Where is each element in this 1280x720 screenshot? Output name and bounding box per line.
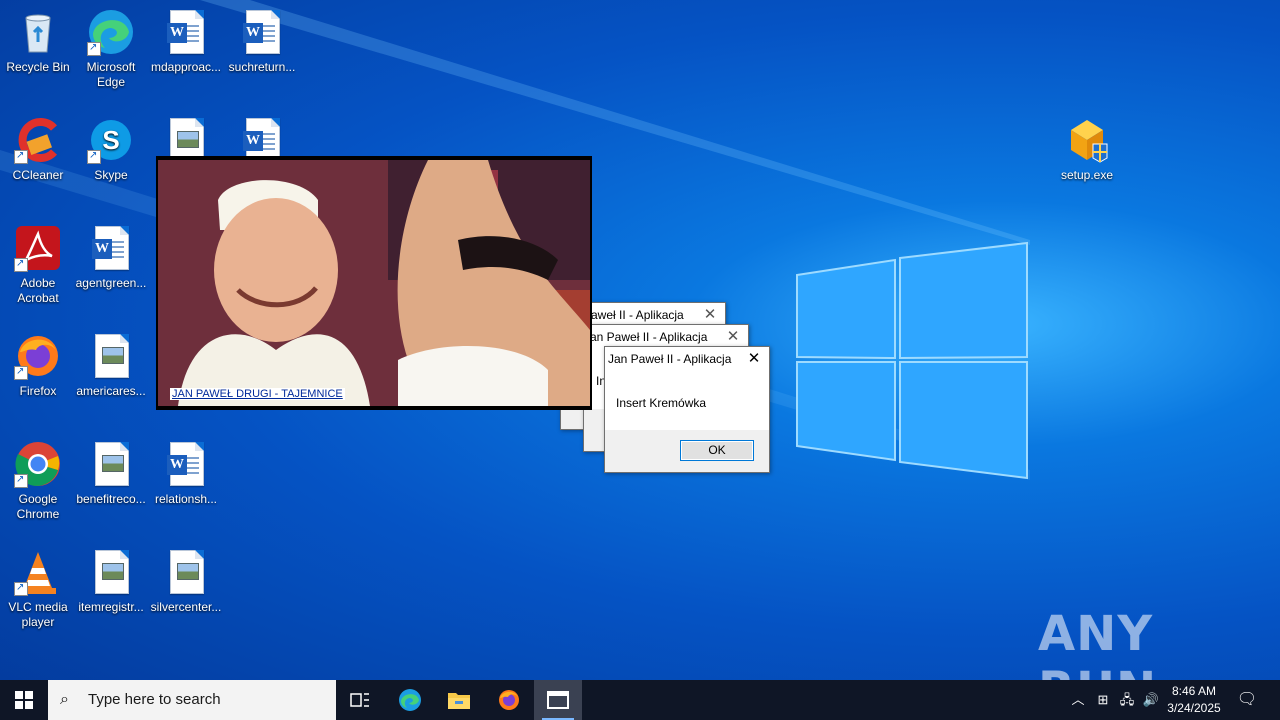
desktop-icon-ccleaner[interactable]: CCleaner [0,116,76,183]
firefox-icon [499,689,519,710]
svg-text:S: S [102,125,119,155]
desktop-icon-adobe-acrobat[interactable]: Adobe Acrobat [0,224,76,306]
network-icon[interactable]: 🖧 [1116,680,1138,720]
icon-label: setup.exe [1060,168,1114,182]
desktop-icon-edge[interactable]: Microsoft Edge [73,8,149,90]
icon-label: Skype [94,168,128,182]
shortcut-arrow-icon [14,472,28,488]
word-document-icon: W [87,224,135,272]
app-window-icon [547,690,569,709]
start-button[interactable] [0,680,48,720]
icon-label: CCleaner [12,168,64,182]
icon-label: itemregistr... [78,600,144,614]
windows-start-icon [15,690,33,709]
dialog-footer: OK [605,430,769,472]
dialog-titlebar[interactable]: Jan Paweł II - Aplikacja ✕ [605,347,769,371]
folder-icon [448,692,470,709]
desktop-icon-benefitreco[interactable]: benefitreco... [73,440,149,507]
taskbar-file-explorer[interactable] [435,680,483,720]
desktop-icon-agentgreen[interactable]: W agentgreen... [73,224,149,291]
word-document-icon: W [162,440,210,488]
taskbar-app-window[interactable] [534,680,582,720]
icon-label: VLC media player [8,600,68,629]
ok-button[interactable]: OK [680,440,754,461]
task-view-icon [350,693,369,707]
close-icon[interactable]: ✕ [739,347,769,371]
clock-time: 8:46 AM [1171,684,1217,698]
system-clock[interactable]: 8:46 AM 3/24/2025 [1162,683,1226,717]
shortcut-arrow-icon [14,256,28,272]
recycle-bin-icon [14,8,62,56]
image-file-icon [162,548,210,596]
vlc-icon [14,548,62,596]
search-placeholder: Type here to search [88,691,221,708]
desktop-icon-relationsh[interactable]: W relationsh... [148,440,224,507]
taskbar-edge[interactable] [386,680,434,720]
image-file-icon [87,332,135,380]
icon-label: agentgreen... [75,276,147,290]
desktop-icon-silvercenter[interactable]: silvercenter... [148,548,224,615]
icon-label: relationsh... [154,492,218,506]
icon-label: americares... [76,384,146,398]
icon-label: Recycle Bin [6,60,70,74]
image-file-icon [87,440,135,488]
skype-icon: S [87,116,135,164]
chrome-icon [14,440,62,488]
dialog-message: Insert Kremówka [616,396,707,410]
desktop-icon-americares[interactable]: americares... [73,332,149,399]
taskbar-search-box[interactable]: ⌕ Type here to search [48,680,336,720]
desktop-icon-setup-exe[interactable]: setup.exe [1049,116,1125,183]
icon-label: Firefox [19,384,57,398]
desktop-icon-itemregistr[interactable]: itemregistr... [73,548,149,615]
task-view-button[interactable] [336,680,384,720]
icon-label: silvercenter... [150,600,222,614]
desktop-icon-chrome[interactable]: Google Chrome [0,440,76,522]
icon-label: benefitreco... [76,492,146,506]
shortcut-arrow-icon [14,148,28,164]
shortcut-arrow-icon [87,148,101,164]
edge-icon [87,8,135,56]
desktop-icon-skype[interactable]: S Skype [73,116,149,183]
desktop-icon-mdapproac[interactable]: W mdapproac... [148,8,224,75]
word-document-icon: W [238,8,286,56]
ccleaner-icon [14,116,62,164]
edge-icon [399,688,421,711]
shortcut-arrow-icon [14,580,28,596]
desktop-icon-recycle-bin[interactable]: Recycle Bin [0,8,76,75]
desktop-icon-vlc[interactable]: VLC media player [0,548,76,630]
icon-label: mdapproac... [150,60,222,74]
icon-label: suchreturn... [228,60,296,74]
shortcut-arrow-icon [14,364,28,380]
taskbar-firefox[interactable] [485,680,533,720]
image-viewer-window[interactable]: JAN PAWEŁ DRUGI - TAJEMNICE [156,156,592,410]
icon-label: Adobe Acrobat [17,276,59,305]
viewer-caption-link[interactable]: JAN PAWEŁ DRUGI - TAJEMNICE [170,388,345,400]
acrobat-icon [14,224,62,272]
word-document-icon: W [162,8,210,56]
icon-label: Google Chrome [16,492,60,521]
volume-icon[interactable]: 🔊 [1140,680,1162,720]
message-dialog[interactable]: Jan Paweł II - Aplikacja ✕ Insert Kremów… [604,346,770,473]
search-icon: ⌕ [60,691,69,708]
tray-device-icon[interactable]: ⊞ [1092,680,1114,720]
firefox-icon [14,332,62,380]
image-file-icon [87,548,135,596]
shortcut-arrow-icon [87,40,101,56]
desktop-icon-firefox[interactable]: Firefox [0,332,76,399]
notification-center-icon[interactable]: 🗨 [1232,680,1262,720]
desktop-icon-suchreturn[interactable]: W suchreturn... [224,8,300,75]
setup-exe-icon [1063,116,1111,164]
show-hidden-icons-chevron-up-icon[interactable]: ︿ [1066,680,1090,720]
viewer-image [158,160,590,406]
dialog-body: Insert Kremówka [605,371,769,430]
icon-label: Microsoft Edge [86,60,136,89]
dialog-title: Jan Paweł II - Aplikacja [608,352,732,366]
clock-date: 3/24/2025 [1167,701,1221,715]
taskbar: ⌕ Type here to search ︿ ⊞ 🖧 🔊 8:46 AM 3/… [0,680,1280,720]
